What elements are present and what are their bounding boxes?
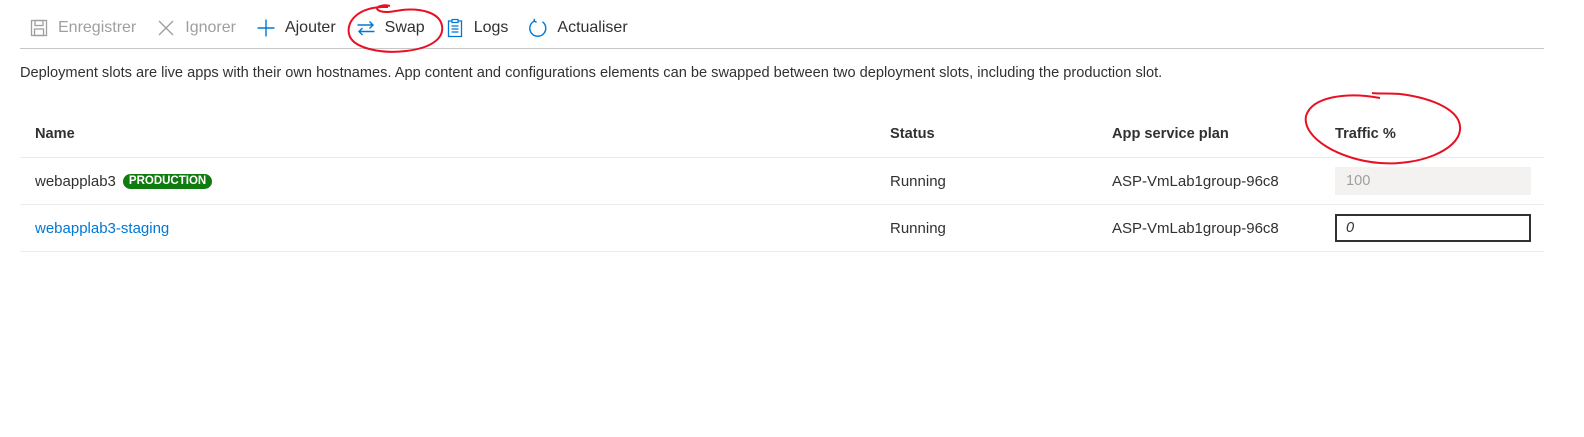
traffic-cell (1335, 158, 1531, 204)
swap-arrows-icon (356, 18, 376, 38)
refresh-label: Actualiser (557, 19, 628, 36)
table-header: Name Status App service plan Traffic % (20, 110, 1544, 158)
command-bar: Enregistrer Ignorer Ajouter Swap Logs Ac… (20, 8, 1544, 49)
table-row: webapplab3 PRODUCTION Running ASP-VmLab1… (20, 158, 1544, 205)
discard-button[interactable]: Ignorer (146, 10, 246, 46)
slot-status: Running (890, 219, 946, 237)
save-icon (29, 18, 49, 38)
slot-status: Running (890, 172, 946, 190)
traffic-cell (1335, 205, 1531, 251)
plus-icon (256, 18, 276, 38)
clipboard-icon (445, 18, 465, 38)
column-header-name[interactable]: Name (35, 110, 75, 157)
column-header-plan[interactable]: App service plan (1112, 110, 1229, 157)
logs-button[interactable]: Logs (435, 10, 519, 46)
discard-label: Ignorer (185, 19, 236, 36)
add-button[interactable]: Ajouter (246, 10, 346, 46)
logs-label: Logs (473, 19, 509, 36)
save-button[interactable]: Enregistrer (20, 10, 146, 46)
traffic-input-production (1335, 167, 1531, 195)
swap-label: Swap (384, 19, 425, 36)
refresh-icon (528, 18, 548, 38)
slot-name: webapplab3 (35, 172, 116, 190)
description-text: Deployment slots are live apps with thei… (20, 65, 1163, 81)
column-header-status[interactable]: Status (890, 110, 935, 157)
column-header-traffic[interactable]: Traffic % (1335, 110, 1396, 157)
slot-name-cell: webapplab3-staging (35, 205, 169, 251)
add-label: Ajouter (284, 19, 336, 36)
table-row: webapplab3-staging Running ASP-VmLab1gro… (20, 205, 1544, 252)
slot-name-link[interactable]: webapplab3-staging (35, 220, 169, 237)
production-badge: PRODUCTION (122, 173, 213, 189)
swap-button[interactable]: Swap (346, 10, 435, 46)
refresh-button[interactable]: Actualiser (518, 10, 637, 46)
save-label: Enregistrer (58, 19, 137, 36)
slots-table: Name Status App service plan Traffic % w… (20, 110, 1544, 252)
close-icon (156, 18, 176, 38)
traffic-input-staging[interactable] (1335, 214, 1531, 242)
slot-name-cell: webapplab3 PRODUCTION (35, 158, 213, 204)
slot-plan: ASP-VmLab1group-96c8 (1112, 219, 1279, 237)
slot-plan: ASP-VmLab1group-96c8 (1112, 172, 1279, 190)
